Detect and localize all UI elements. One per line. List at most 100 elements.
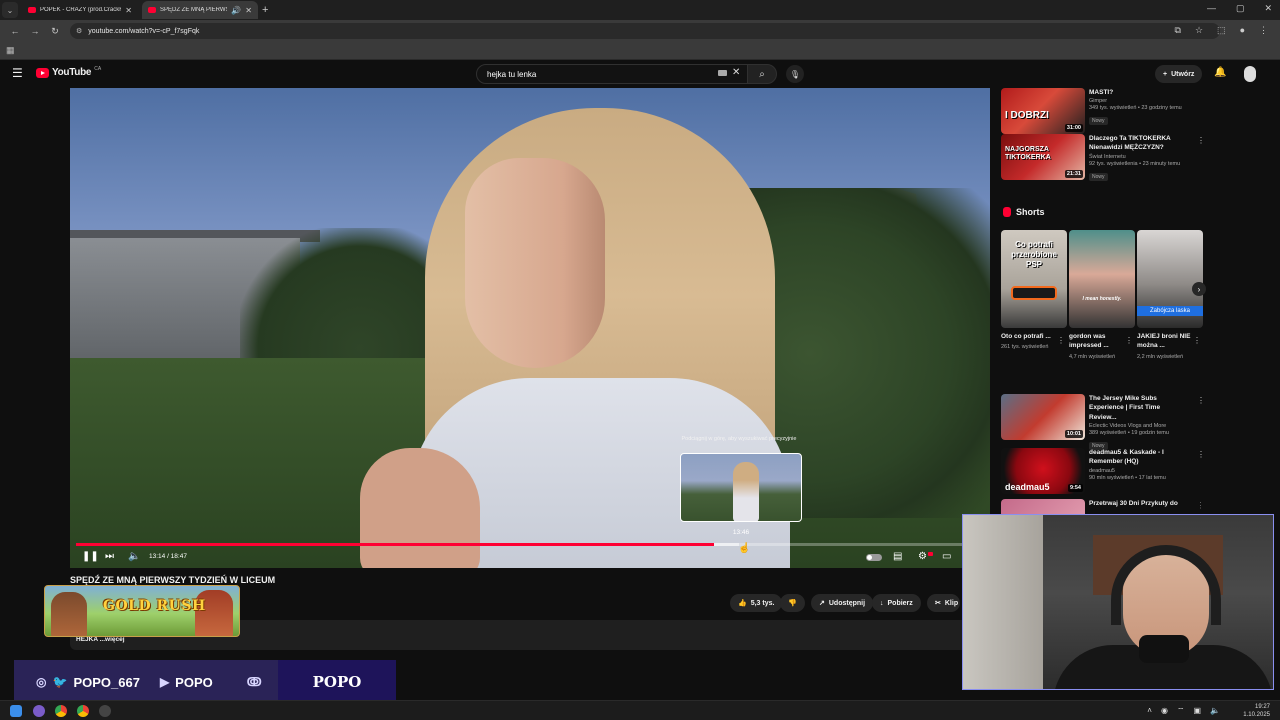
clock[interactable]: 19:27 1.10.2025	[1243, 703, 1270, 719]
apps-grid-icon[interactable]: ▦	[6, 45, 15, 56]
sidebar-video[interactable]: NAJGORSZA TIKTOKERKA 21:31 Dlaczego Ta T…	[1001, 134, 1205, 182]
more-options-icon[interactable]: ⋮	[1197, 501, 1201, 510]
new-tab-icon[interactable]: +	[262, 4, 268, 16]
search-button[interactable]: ⌕	[747, 64, 777, 84]
short-item[interactable]: I mean honestly. gordon was impressed ..…	[1069, 230, 1135, 361]
create-button[interactable]: + Utwórz	[1155, 65, 1203, 83]
subtitles-icon[interactable]: ▤	[893, 551, 902, 562]
search-input[interactable]: hejka tu lenka	[476, 64, 748, 84]
volume-icon[interactable]: 🔈	[128, 551, 140, 562]
description-snippet[interactable]: HEJKA ...więcej	[76, 636, 125, 643]
channel-name[interactable]: Świat Internetu	[1089, 154, 1189, 160]
clip-button[interactable]: ✂ Klip	[927, 594, 960, 612]
short-item[interactable]: Zabójcza laska JAKIEJ broni NIE można ..…	[1137, 230, 1203, 361]
avatar[interactable]	[1244, 66, 1256, 82]
bookmark-star-icon[interactable]: ☆	[1195, 25, 1203, 36]
thumbnail-text: deadmau5	[1005, 482, 1050, 492]
chevron-up-icon[interactable]: ˄	[1147, 706, 1152, 716]
channel-name[interactable]: deadmau5	[1089, 468, 1189, 474]
video-title[interactable]: Dlaczego Ta TIKTOKERKA Nienawidzi MĘŻCZY…	[1089, 134, 1189, 153]
short-item[interactable]: Co potrafi przerobione PSP Oto co potraf…	[1001, 230, 1067, 352]
sidebar-video[interactable]: 10:01 The Jersey Mike Subs Experience | …	[1001, 394, 1205, 451]
back-icon[interactable]: ←	[10, 26, 20, 36]
short-thumbnail[interactable]: Co potrafi przerobione PSP	[1001, 230, 1067, 328]
channel-name[interactable]: Gimper	[1089, 98, 1189, 104]
app-icon[interactable]	[33, 705, 45, 717]
hamburger-menu-icon[interactable]: ☰	[12, 66, 23, 80]
notifications-bell-icon[interactable]: 🔔	[1214, 67, 1226, 78]
site-info-icon[interactable]: ⚙	[76, 27, 82, 35]
instagram-icon: ◎	[36, 675, 47, 689]
thumbs-up-icon: 👍	[738, 600, 747, 607]
shorts-next-button[interactable]: ›	[1192, 282, 1206, 296]
next-icon[interactable]: ⏭	[105, 551, 114, 562]
video-title[interactable]: MASTI?	[1089, 88, 1189, 97]
more-options-icon[interactable]: ⋮	[1197, 450, 1205, 459]
progress-bar[interactable]	[76, 543, 984, 546]
close-tab-icon[interactable]: ✕	[125, 6, 132, 15]
browser-tab-2[interactable]: SPĘDŹ ZE MNĄ PIERWSZY 🔊 ✕	[142, 1, 258, 19]
more-options-icon[interactable]: ⋮	[1193, 336, 1201, 345]
chrome-icon[interactable]	[77, 705, 89, 717]
youtube-favicon-icon	[148, 7, 156, 13]
obs-icon[interactable]	[99, 705, 111, 717]
audio-icon[interactable]: 🔊	[231, 6, 241, 15]
short-title[interactable]: gordon was impressed ...	[1069, 332, 1123, 351]
short-thumbnail[interactable]: Zabójcza laska	[1137, 230, 1203, 328]
video-thumbnail[interactable]: I DOBRZI 31:00	[1001, 88, 1085, 134]
close-tab-icon[interactable]: ✕	[245, 6, 252, 15]
more-options-icon[interactable]: ⋮	[1197, 396, 1205, 405]
windows-start-icon[interactable]	[10, 705, 22, 717]
maximize-icon[interactable]: ▢	[1236, 3, 1245, 14]
clear-search-icon[interactable]: ✕	[732, 67, 740, 78]
video-thumbnail[interactable]: 10:01	[1001, 394, 1085, 440]
mic-icon: 🎙	[789, 69, 801, 79]
short-title[interactable]: Oto co potrafi ...	[1001, 332, 1055, 341]
youtube-logo[interactable]: YouTube CA	[36, 66, 101, 78]
shorts-heading: Shorts	[1003, 207, 1045, 217]
pause-icon[interactable]: ❚❚	[82, 551, 99, 562]
short-title[interactable]: JAKIEJ broni NIE można ...	[1137, 332, 1191, 351]
sidebar-video[interactable]: I DOBRZI 31:00 MASTI? Gimper 349 tys. wy…	[1001, 88, 1201, 134]
keyboard-icon[interactable]	[718, 70, 727, 76]
video-title[interactable]: Przetrwaj 30 Dni Przykuty do	[1089, 499, 1189, 508]
new-badge: Nowy	[1089, 117, 1108, 126]
settings-gear-icon[interactable]: ⚙	[918, 551, 927, 562]
video-thumbnail[interactable]: deadmau5 9:54	[1001, 448, 1085, 494]
download-button[interactable]: ↓ Pobierz	[872, 594, 921, 612]
video-title[interactable]: The Jersey Mike Subs Experience | First …	[1089, 394, 1189, 422]
video-title[interactable]: deadmau5 & Kaskade - I Remember (HQ)	[1089, 448, 1189, 467]
like-button[interactable]: 👍 5,3 tys.	[730, 594, 783, 612]
minimize-icon[interactable]: —	[1207, 3, 1216, 14]
cast-icon[interactable]: ⧉	[1175, 25, 1181, 36]
voice-search-button[interactable]: 🎙	[786, 65, 804, 83]
wifi-icon[interactable]: ⌔	[1177, 706, 1185, 716]
browser-tab-1[interactable]: POPEK - CRAZY (prod.CrackHo ✕	[22, 1, 138, 19]
extensions-icon[interactable]: ⬚	[1217, 25, 1226, 36]
short-thumbnail[interactable]: I mean honestly.	[1069, 230, 1135, 328]
video-thumbnail[interactable]: NAJGORSZA TIKTOKERKA 21:31	[1001, 134, 1085, 180]
video-player[interactable]: Podciągnij w górę, aby wyszukiwać precyz…	[70, 88, 990, 568]
menu-dots-icon[interactable]: ⋮	[1259, 25, 1268, 36]
chrome-icon[interactable]	[55, 705, 67, 717]
autoplay-toggle[interactable]	[866, 554, 882, 561]
dislike-button[interactable]: 👎	[780, 594, 805, 612]
tab-list-button[interactable]: ⌄	[2, 2, 18, 18]
video-thumbnail[interactable]	[1001, 499, 1085, 515]
tray-app-icon[interactable]: ◉	[1161, 706, 1168, 716]
sidebar-video[interactable]: Przetrwaj 30 Dni Przykuty do ⋮	[1001, 499, 1201, 515]
sidebar-video[interactable]: deadmau5 9:54 deadmau5 & Kaskade - I Rem…	[1001, 448, 1205, 496]
url-field[interactable]: ⚙ youtube.com/watch?v=-cP_f7sgFqk	[70, 23, 1220, 39]
channel-name[interactable]: Eclectic Videos Vlogs and More	[1089, 423, 1189, 429]
profile-icon[interactable]: ●	[1240, 25, 1245, 36]
reload-icon[interactable]: ↻	[50, 26, 60, 37]
more-options-icon[interactable]: ⋮	[1197, 136, 1205, 145]
more-options-icon[interactable]: ⋮	[1125, 336, 1133, 345]
close-window-icon[interactable]: ✕	[1264, 3, 1272, 14]
theater-mode-icon[interactable]: ▭	[942, 551, 951, 562]
more-options-icon[interactable]: ⋮	[1057, 336, 1065, 345]
forward-icon[interactable]: →	[30, 26, 40, 36]
speaker-icon[interactable]: 🔈	[1210, 706, 1220, 716]
share-button[interactable]: ↗ Udostępnij	[811, 594, 874, 612]
network-icon[interactable]: ▣	[1193, 706, 1201, 716]
